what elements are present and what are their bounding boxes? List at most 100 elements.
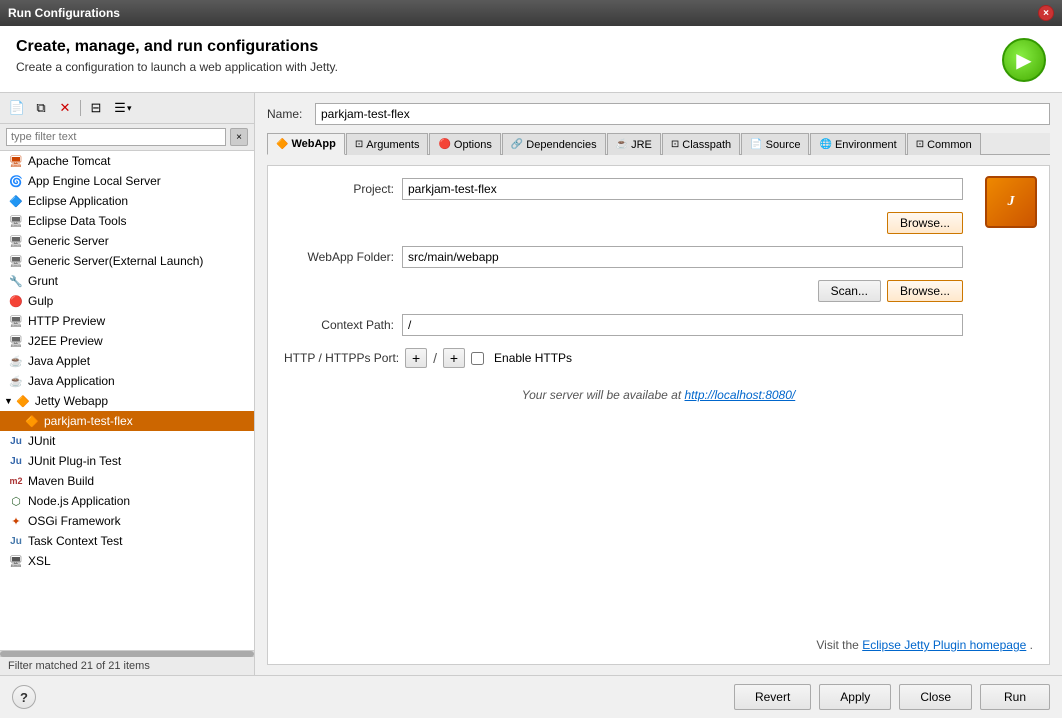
sidebar-item-label: Grunt (28, 274, 58, 288)
sidebar-item-jetty-webapp[interactable]: ▼ 🔶 Jetty Webapp (0, 391, 254, 411)
sidebar-item-task-context[interactable]: Ju Task Context Test (0, 531, 254, 551)
sidebar-item-eclipse-app[interactable]: 🔷 Eclipse Application (0, 191, 254, 211)
tab-source[interactable]: 📄 Source (741, 133, 809, 155)
sidebar-item-label: JUnit (28, 434, 55, 448)
arguments-tab-icon: ⊡ (355, 139, 363, 150)
junit-plugin-icon: Ju (8, 453, 24, 469)
http-port-plus-button[interactable]: + (405, 348, 427, 368)
https-port-plus-button[interactable]: + (443, 348, 465, 368)
main-area: 📄 ⧉ ✕ ⊟ ☰ ▾ × 🖥 Apache Tomcat (0, 93, 1062, 675)
sidebar-item-label: Java Applet (28, 354, 90, 368)
project-browse-button[interactable]: Browse... (887, 212, 963, 234)
sidebar-item-http-preview[interactable]: 🖥 HTTP Preview (0, 311, 254, 331)
jetty-logo: J (985, 176, 1037, 228)
project-input[interactable] (402, 178, 963, 200)
sidebar-item-java-applet[interactable]: ☕ Java Applet (0, 351, 254, 371)
project-row: Project: (284, 178, 963, 200)
tab-jre[interactable]: ☕ JRE (607, 133, 661, 155)
scan-button[interactable]: Scan... (818, 280, 881, 302)
dependencies-tab-icon: 🔗 (511, 139, 523, 150)
jre-tab-icon: ☕ (616, 139, 628, 150)
tab-options[interactable]: 🔴 Options (429, 133, 500, 155)
sidebar-item-label: Eclipse Application (28, 194, 128, 208)
sidebar-item-label: J2EE Preview (28, 334, 103, 348)
tab-dependencies[interactable]: 🔗 Dependencies (502, 133, 606, 155)
sidebar-item-generic-server[interactable]: 🖥 Generic Server (0, 231, 254, 251)
project-label: Project: (284, 182, 394, 196)
sidebar-item-osgi[interactable]: ✦ OSGi Framework (0, 511, 254, 531)
sidebar-item-eclipse-data[interactable]: 🖥 Eclipse Data Tools (0, 211, 254, 231)
sidebar-item-gulp[interactable]: 🔴 Gulp (0, 291, 254, 311)
sidebar-item-label: JUnit Plug-in Test (28, 454, 121, 468)
project-browse-row: Browse... (284, 212, 963, 234)
tab-webapp-label: WebApp (291, 138, 335, 150)
run-button[interactable]: Run (980, 684, 1050, 710)
sidebar-item-apache-tomcat[interactable]: 🖥 Apache Tomcat (0, 151, 254, 171)
sidebar-item-xsl[interactable]: 🖥 XSL (0, 551, 254, 571)
sidebar-item-label: Apache Tomcat (28, 154, 111, 168)
tab-common[interactable]: ⊡ Common (907, 133, 981, 155)
revert-button[interactable]: Revert (734, 684, 811, 710)
header-text: Create, manage, and run configurations C… (16, 38, 338, 74)
webapp-tab-icon: 🔶 (276, 139, 288, 150)
sidebar-item-label: OSGi Framework (28, 514, 121, 528)
app-engine-icon: 🌀 (8, 173, 24, 189)
port-label: HTTP / HTTPPs Port: (284, 351, 399, 365)
sidebar-item-nodejs[interactable]: ⬡ Node.js Application (0, 491, 254, 511)
filter-input[interactable] (6, 128, 226, 146)
eclipse-data-icon: 🖥 (8, 213, 24, 229)
context-path-label: Context Path: (284, 318, 394, 332)
tab-classpath-label: Classpath (682, 139, 731, 151)
title-bar-title: Run Configurations (8, 6, 120, 20)
run-icon[interactable]: ▶ (1002, 38, 1046, 82)
apply-button[interactable]: Apply (819, 684, 891, 710)
sidebar-item-junit[interactable]: Ju JUnit (0, 431, 254, 451)
junit-icon: Ju (8, 433, 24, 449)
tab-common-label: Common (927, 139, 972, 151)
sidebar-item-app-engine[interactable]: 🌀 App Engine Local Server (0, 171, 254, 191)
tab-dependencies-label: Dependencies (526, 139, 596, 151)
webapp-folder-label: WebApp Folder: (284, 250, 394, 264)
sidebar-item-grunt[interactable]: 🔧 Grunt (0, 271, 254, 291)
jetty-webapp-icon: 🔶 (15, 393, 31, 409)
filter-button[interactable]: ⊟ (85, 97, 107, 119)
http-preview-icon: 🖥 (8, 313, 24, 329)
sidebar-item-label: Generic Server (28, 234, 109, 248)
sidebar-item-label: Gulp (28, 294, 53, 308)
webapp-folder-input[interactable] (402, 246, 963, 268)
server-url-link[interactable]: http://localhost:8080/ (685, 388, 796, 402)
sidebar-item-junit-plugin[interactable]: Ju JUnit Plug-in Test (0, 451, 254, 471)
tab-webapp[interactable]: 🔶 WebApp (267, 133, 345, 155)
clear-filter-button[interactable]: × (230, 128, 248, 146)
duplicate-config-button[interactable]: ⧉ (30, 97, 52, 119)
gulp-icon: 🔴 (8, 293, 24, 309)
tab-arguments[interactable]: ⊡ Arguments (346, 133, 429, 155)
name-input[interactable] (315, 103, 1050, 125)
server-info: Your server will be availabe at http://l… (284, 380, 1033, 410)
sidebar-item-label: Eclipse Data Tools (28, 214, 127, 228)
close-button[interactable]: Close (899, 684, 972, 710)
tab-classpath[interactable]: ⊡ Classpath (662, 133, 740, 155)
sidebar-item-generic-server-ext[interactable]: 🖥 Generic Server(External Launch) (0, 251, 254, 271)
jetty-logo-area: J (985, 176, 1037, 228)
maven-icon: m2 (8, 473, 24, 489)
close-icon[interactable]: × (1038, 5, 1054, 21)
tab-arguments-label: Arguments (366, 139, 419, 151)
sidebar-item-parkjam-test-flex[interactable]: 🔶 parkjam-test-flex (0, 411, 254, 431)
webapp-folder-browse-button[interactable]: Browse... (887, 280, 963, 302)
new-config-button[interactable]: 📄 (6, 97, 28, 119)
tree-view: 🖥 Apache Tomcat 🌀 App Engine Local Serve… (0, 151, 254, 650)
tree-scrollbar[interactable] (0, 650, 254, 656)
environment-tab-icon: 🌐 (819, 139, 831, 150)
delete-config-button[interactable]: ✕ (54, 97, 76, 119)
jetty-plugin-link[interactable]: Eclipse Jetty Plugin homepage (862, 638, 1026, 652)
context-path-input[interactable] (402, 314, 963, 336)
help-button[interactable]: ? (12, 685, 36, 709)
sidebar-item-j2ee-preview[interactable]: 🖥 J2EE Preview (0, 331, 254, 351)
sidebar-item-java-application[interactable]: ☕ Java Application (0, 371, 254, 391)
sidebar-item-maven-build[interactable]: m2 Maven Build (0, 471, 254, 491)
tab-environment[interactable]: 🌐 Environment (810, 133, 905, 155)
sidebar-item-label: App Engine Local Server (28, 174, 161, 188)
enable-https-checkbox[interactable] (471, 352, 484, 365)
context-path-row: Context Path: (284, 314, 963, 336)
